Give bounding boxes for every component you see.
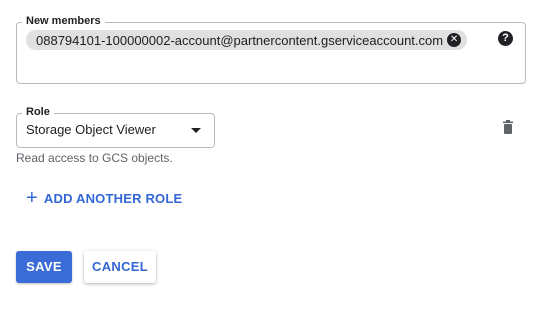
add-another-role-button[interactable]: + ADD ANOTHER ROLE	[26, 187, 182, 209]
trash-icon[interactable]	[500, 119, 516, 135]
save-button[interactable]: SAVE	[16, 251, 72, 283]
role-description: Read access to GCS objects.	[16, 151, 173, 165]
arrow-drop-down-icon[interactable]	[191, 128, 201, 133]
member-chip[interactable]: 088794101-100000002-account@partnerconte…	[26, 30, 468, 50]
plus-icon: +	[26, 187, 38, 209]
role-label: Role	[22, 105, 54, 119]
new-members-label: New members	[22, 14, 105, 28]
add-members-form: New members 088794101-100000002-account@…	[0, 0, 554, 310]
role-selected-value[interactable]: Storage Object Viewer	[26, 122, 156, 138]
add-another-role-label: ADD ANOTHER ROLE	[43, 190, 183, 206]
cancel-circle-icon[interactable]: ✕	[447, 33, 462, 47]
member-chip-text: 088794101-100000002-account@partnerconte…	[36, 32, 444, 48]
help-icon[interactable]: ?	[498, 31, 513, 46]
cancel-button[interactable]: CANCEL	[84, 251, 156, 283]
